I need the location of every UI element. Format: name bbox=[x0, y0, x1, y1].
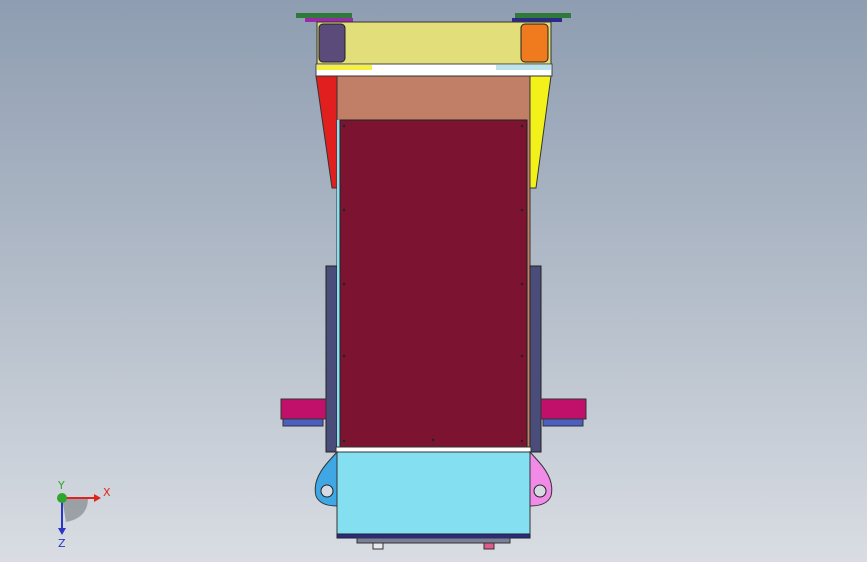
top-plate-cyan-strip bbox=[496, 65, 551, 70]
right-magenta-pad[interactable] bbox=[540, 398, 587, 420]
right-side-rail[interactable] bbox=[529, 265, 542, 453]
top-left-purple-tab bbox=[305, 18, 353, 22]
right-yellow-gusset[interactable] bbox=[529, 75, 552, 189]
cad-graphics-viewport[interactable]: X Y Z bbox=[0, 0, 867, 562]
bolt-2 bbox=[520, 124, 524, 128]
bolt-1 bbox=[342, 124, 346, 128]
top-beam-left-cap[interactable] bbox=[318, 23, 346, 63]
right-ear-hole bbox=[533, 484, 547, 498]
left-blue-ear[interactable] bbox=[314, 450, 338, 507]
left-side-rail[interactable] bbox=[325, 265, 338, 453]
bolt-8 bbox=[520, 354, 524, 358]
top-left-green-tab bbox=[296, 13, 352, 18]
bolt-11 bbox=[520, 439, 524, 443]
bottom-right-nub bbox=[483, 542, 495, 550]
bolt-10 bbox=[431, 438, 435, 442]
lower-separator bbox=[335, 446, 532, 453]
z-axis-arrow bbox=[58, 528, 66, 535]
top-plate-yellow-strip bbox=[317, 65, 372, 70]
x-axis-arrow bbox=[94, 494, 101, 502]
left-pad-base bbox=[282, 418, 324, 427]
left-magenta-pad[interactable] bbox=[280, 398, 327, 420]
right-pink-ear[interactable] bbox=[529, 450, 553, 507]
y-axis-label: Y bbox=[57, 480, 65, 492]
bolt-5 bbox=[342, 282, 346, 286]
assembly-model[interactable] bbox=[0, 0, 867, 562]
bolt-4 bbox=[520, 208, 524, 212]
bottom-flange bbox=[356, 537, 511, 544]
left-ear-hole bbox=[320, 484, 334, 498]
bolt-9 bbox=[342, 439, 346, 443]
bottom-left-nub bbox=[372, 542, 384, 550]
lower-cyan-block[interactable] bbox=[336, 451, 531, 535]
z-axis-label: Z bbox=[58, 537, 66, 550]
top-beam-right-cap[interactable] bbox=[520, 23, 549, 63]
bolt-3 bbox=[342, 208, 346, 212]
top-right-green-tab bbox=[515, 13, 571, 18]
bolt-6 bbox=[520, 282, 524, 286]
top-right-purple-tab bbox=[512, 18, 562, 22]
right-pad-base bbox=[542, 418, 584, 427]
bolt-7 bbox=[342, 354, 346, 358]
triad-shadow bbox=[62, 498, 88, 522]
bottom-edge-bar bbox=[336, 533, 531, 539]
top-beam[interactable] bbox=[316, 21, 552, 65]
y-axis-dot bbox=[57, 493, 67, 503]
coordinate-triad: X Y Z bbox=[57, 480, 111, 550]
main-maroon-panel[interactable] bbox=[339, 119, 528, 448]
left-red-gusset[interactable] bbox=[315, 75, 338, 189]
x-axis-label: X bbox=[103, 486, 111, 499]
